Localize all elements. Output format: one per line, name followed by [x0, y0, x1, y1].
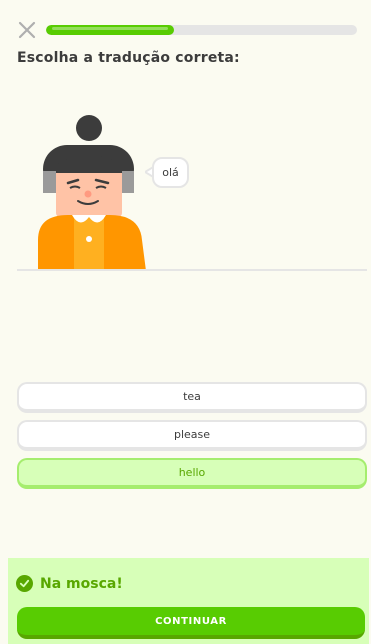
check-circle-icon [16, 575, 33, 592]
close-icon [18, 21, 36, 39]
hair-bun [76, 115, 102, 141]
option-tea[interactable]: tea [17, 382, 367, 413]
divider [17, 269, 367, 271]
shirt-center [74, 215, 104, 271]
option-hello[interactable]: hello [17, 458, 367, 489]
close-button[interactable] [17, 20, 37, 40]
option-please[interactable]: please [17, 420, 367, 451]
continue-button[interactable]: CONTINUAR [17, 607, 365, 639]
feedback-panel: Na mosca! CONTINUAR [8, 558, 369, 644]
feedback-header: Na mosca! [16, 575, 123, 592]
option-label: tea [183, 390, 201, 403]
progress-bar [46, 25, 357, 35]
shirt-button [86, 236, 92, 242]
option-label: please [173, 428, 211, 441]
continue-label: CONTINUAR [155, 615, 227, 627]
feedback-title: Na mosca! [40, 575, 123, 592]
answer-options: tea please hello [17, 382, 367, 496]
nose [84, 190, 92, 198]
progress-bar-fill [46, 25, 174, 35]
character-illustration [38, 115, 146, 271]
speech-bubble-text: olá [162, 166, 179, 179]
lesson-header [17, 20, 357, 40]
prompt-title: Escolha a tradução correta: [17, 50, 240, 66]
option-label: hello [178, 466, 206, 479]
speech-bubble[interactable]: olá [152, 157, 189, 188]
